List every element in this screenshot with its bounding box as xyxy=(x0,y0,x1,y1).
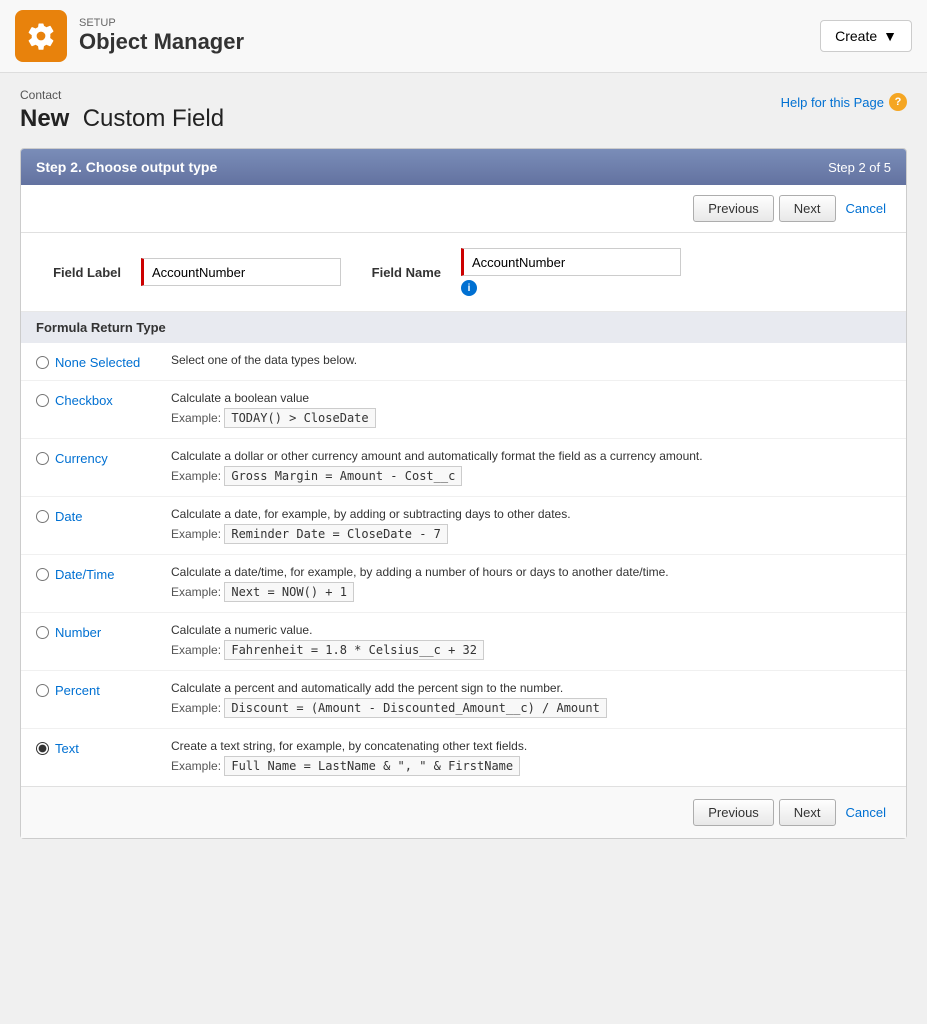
step-count: Step 2 of 5 xyxy=(828,160,891,175)
next-button-top[interactable]: Next xyxy=(779,195,836,222)
radio-col-checkbox: Checkbox xyxy=(36,391,156,408)
page-title: New Custom Field xyxy=(20,105,224,133)
help-link[interactable]: Help for this Page ? xyxy=(781,93,907,111)
step-container: Step 2. Choose output type Step 2 of 5 P… xyxy=(20,148,907,839)
radio-date[interactable] xyxy=(36,510,49,523)
page-heading-left: Contact New Custom Field xyxy=(20,88,224,133)
formula-desc-number: Calculate a numeric value. Example: Fahr… xyxy=(171,623,891,660)
header-title: Object Manager xyxy=(79,29,244,55)
field-name-section: i xyxy=(461,248,681,296)
radio-col-text: Text xyxy=(36,739,156,756)
formula-desc-text: Create a text string, for example, by co… xyxy=(171,739,891,776)
page-header: SETUP Object Manager Create ▼ xyxy=(0,0,927,73)
radio-label-datetime[interactable]: Date/Time xyxy=(55,567,114,582)
create-button[interactable]: Create ▼ xyxy=(820,20,912,52)
radio-percent[interactable] xyxy=(36,684,49,697)
radio-label-none[interactable]: None Selected xyxy=(55,355,140,370)
contact-label: Contact xyxy=(20,88,224,102)
next-button-bottom[interactable]: Next xyxy=(779,799,836,826)
formula-row-number: Number Calculate a numeric value. Exampl… xyxy=(21,613,906,671)
bottom-btn-row: Previous Next Cancel xyxy=(21,786,906,838)
formula-options: None Selected Select one of the data typ… xyxy=(21,343,906,786)
radio-col-datetime: Date/Time xyxy=(36,565,156,582)
radio-label-percent[interactable]: Percent xyxy=(55,683,100,698)
cancel-button-bottom[interactable]: Cancel xyxy=(841,799,891,826)
radio-col-percent: Percent xyxy=(36,681,156,698)
radio-text[interactable] xyxy=(36,742,49,755)
radio-label-currency[interactable]: Currency xyxy=(55,451,108,466)
radio-col-date: Date xyxy=(36,507,156,524)
formula-header: Formula Return Type xyxy=(21,312,906,343)
formula-row-date: Date Calculate a date, for example, by a… xyxy=(21,497,906,555)
formula-desc-none: Select one of the data types below. xyxy=(171,353,891,367)
formula-desc-currency: Calculate a dollar or other currency amo… xyxy=(171,449,891,486)
radio-datetime[interactable] xyxy=(36,568,49,581)
formula-desc-date: Calculate a date, for example, by adding… xyxy=(171,507,891,544)
field-name-input[interactable] xyxy=(461,248,681,276)
formula-row-text: Text Create a text string, for example, … xyxy=(21,729,906,786)
step-title: Step 2. Choose output type xyxy=(36,159,217,175)
radio-none[interactable] xyxy=(36,356,49,369)
radio-label-number[interactable]: Number xyxy=(55,625,101,640)
setup-icon xyxy=(15,10,67,62)
formula-section: Formula Return Type None Selected Select… xyxy=(21,312,906,786)
radio-col-currency: Currency xyxy=(36,449,156,466)
formula-row-datetime: Date/Time Calculate a date/time, for exa… xyxy=(21,555,906,613)
radio-label-text[interactable]: Text xyxy=(55,741,79,756)
top-btn-row: Previous Next Cancel xyxy=(21,185,906,233)
radio-number[interactable] xyxy=(36,626,49,639)
field-label-input[interactable] xyxy=(141,258,341,286)
radio-col-number: Number xyxy=(36,623,156,640)
setup-label: SETUP xyxy=(79,17,244,29)
field-label-label: Field Label xyxy=(41,265,121,280)
formula-row-currency: Currency Calculate a dollar or other cur… xyxy=(21,439,906,497)
cancel-button-top[interactable]: Cancel xyxy=(841,195,891,222)
step-header: Step 2. Choose output type Step 2 of 5 xyxy=(21,149,906,185)
radio-label-checkbox[interactable]: Checkbox xyxy=(55,393,113,408)
field-inputs-row: Field Label Field Name i xyxy=(21,233,906,312)
formula-desc-checkbox: Calculate a boolean value Example: TODAY… xyxy=(171,391,891,428)
previous-button-top[interactable]: Previous xyxy=(693,195,774,222)
header-text: SETUP Object Manager xyxy=(79,17,244,55)
formula-row-percent: Percent Calculate a percent and automati… xyxy=(21,671,906,729)
radio-checkbox[interactable] xyxy=(36,394,49,407)
gear-icon xyxy=(26,21,56,51)
radio-currency[interactable] xyxy=(36,452,49,465)
radio-col-none: None Selected xyxy=(36,353,156,370)
help-icon: ? xyxy=(889,93,907,111)
chevron-down-icon: ▼ xyxy=(883,28,897,44)
field-name-label: Field Name xyxy=(361,265,441,280)
page-heading: Contact New Custom Field Help for this P… xyxy=(20,88,907,133)
main-content: Contact New Custom Field Help for this P… xyxy=(0,73,927,854)
radio-label-date[interactable]: Date xyxy=(55,509,82,524)
formula-row-none: None Selected Select one of the data typ… xyxy=(21,343,906,381)
formula-desc-datetime: Calculate a date/time, for example, by a… xyxy=(171,565,891,602)
previous-button-bottom[interactable]: Previous xyxy=(693,799,774,826)
info-icon[interactable]: i xyxy=(461,280,477,296)
header-left: SETUP Object Manager xyxy=(15,10,244,62)
formula-row-checkbox: Checkbox Calculate a boolean value Examp… xyxy=(21,381,906,439)
formula-desc-percent: Calculate a percent and automatically ad… xyxy=(171,681,891,718)
